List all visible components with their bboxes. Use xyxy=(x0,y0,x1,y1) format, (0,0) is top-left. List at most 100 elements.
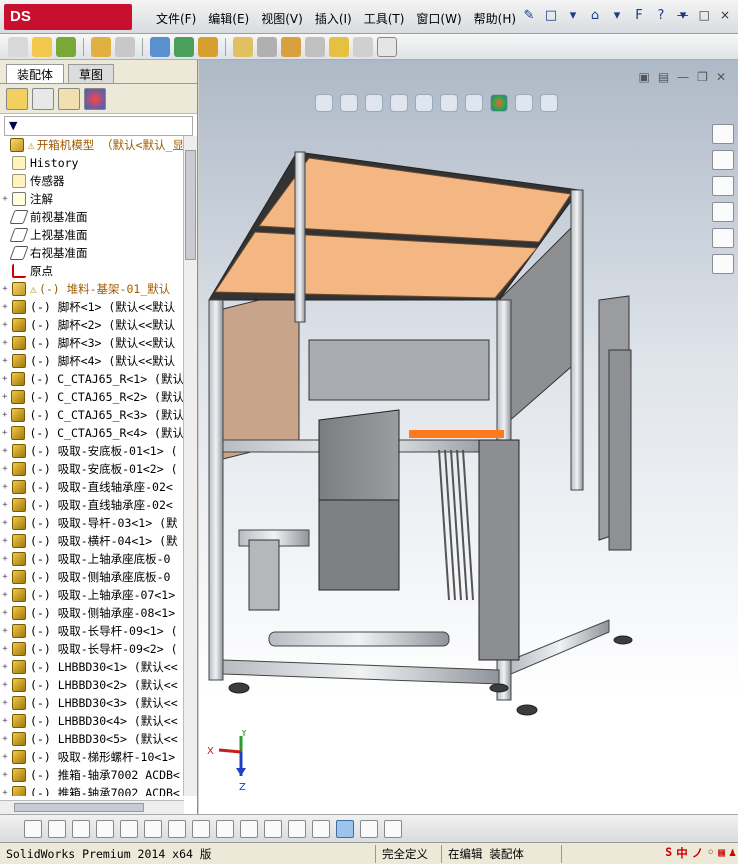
tree-item[interactable]: + 注解 xyxy=(0,190,184,208)
corner-icon[interactable] xyxy=(216,819,234,838)
tree-item[interactable]: + (-) 推箱-轴承7002 ACDB< xyxy=(0,784,184,796)
tree-item[interactable]: + (-) LHBBD30<4> (默认<< xyxy=(0,712,184,730)
relation-icon[interactable] xyxy=(240,819,258,838)
tree-item[interactable]: + (-) LHBBD30<3> (默认<< xyxy=(0,694,184,712)
point-icon[interactable] xyxy=(24,819,42,838)
tree-item[interactable]: ⚠ 开箱机模型 （默认<默认_显 xyxy=(0,136,184,154)
smart-fasteners-icon[interactable] xyxy=(174,36,194,57)
configurationmanager-icon[interactable] xyxy=(58,87,80,110)
tree-vertical-scrollbar[interactable] xyxy=(183,136,197,796)
file-explorer-icon[interactable] xyxy=(712,176,734,196)
new-part-icon[interactable] xyxy=(8,36,28,57)
tree-item[interactable]: + (-) 吸取-安底板-01<1> ( xyxy=(0,442,184,460)
tree-item[interactable]: + (-) LHBBD30<1> (默认<< xyxy=(0,658,184,676)
expand-toggle[interactable]: + xyxy=(0,784,10,796)
tree-item[interactable]: + (-) 脚杯<4> (默认<<默认 xyxy=(0,352,184,370)
3d-view-icon[interactable] xyxy=(336,819,354,838)
tree-item[interactable]: + (-) 吸取-直线轴承座-02< xyxy=(0,478,184,496)
solidworks-logo[interactable]: DS SOLIDWORKS xyxy=(4,4,132,51)
expand-toggle[interactable]: + xyxy=(0,532,10,550)
expand-toggle[interactable]: + xyxy=(0,640,10,658)
tree-item[interactable]: + (-) C_CTAJ65_R<3> (默认 xyxy=(0,406,184,424)
design-library-icon[interactable] xyxy=(712,150,734,170)
mate-icon[interactable] xyxy=(115,36,135,57)
tab-assembly[interactable]: 装配体 xyxy=(6,64,65,83)
expand-toggle[interactable]: + xyxy=(0,460,10,478)
bill-of-materials-icon[interactable] xyxy=(305,36,325,57)
options-icon[interactable] xyxy=(377,36,397,57)
tree-item[interactable]: + (-) 吸取-长导杆-09<2> ( xyxy=(0,640,184,658)
reference-geometry-icon[interactable] xyxy=(257,36,277,57)
pin-icon[interactable]: ✎ xyxy=(520,6,538,26)
tree-filter[interactable]: ▼ xyxy=(4,116,193,136)
expand-toggle[interactable]: + xyxy=(0,748,10,766)
expand-toggle[interactable]: + xyxy=(0,694,10,712)
expand-toggle[interactable]: + xyxy=(0,730,10,748)
tree-item[interactable]: + (-) 吸取-导杆-03<1> (默 xyxy=(0,514,184,532)
tree-item[interactable]: + (-) 脚杯<1> (默认<<默认 xyxy=(0,298,184,316)
interference-icon[interactable] xyxy=(233,36,253,57)
mirror-icon[interactable] xyxy=(192,819,210,838)
displaymanager-icon[interactable] xyxy=(84,87,106,110)
open-dropdown-icon[interactable]: ▾ xyxy=(608,6,626,26)
tree-item[interactable]: 前视基准面 xyxy=(0,208,184,226)
tree-horizontal-scrollbar[interactable] xyxy=(0,800,184,814)
expand-toggle[interactable]: + xyxy=(0,496,10,514)
ime-punctuation-icon[interactable]: ノ xyxy=(692,845,704,861)
featuremanager-tree-icon[interactable] xyxy=(6,87,28,110)
ime-skin-icon[interactable]: ♟ xyxy=(729,845,736,861)
expand-toggle[interactable]: + xyxy=(0,514,10,532)
tree-item[interactable]: + (-) LHBBD30<5> (默认<< xyxy=(0,730,184,748)
expand-toggle[interactable]: + xyxy=(0,550,10,568)
close-icon[interactable]: × xyxy=(720,8,730,22)
expand-toggle[interactable]: + xyxy=(0,676,10,694)
search-commands[interactable]: F xyxy=(630,6,648,26)
menu-view[interactable]: 视图(V) xyxy=(255,8,309,29)
dimension-icon[interactable] xyxy=(264,819,282,838)
expand-toggle[interactable]: + xyxy=(0,406,9,424)
tree-item[interactable]: + (-) LHBBD30<2> (默认<< xyxy=(0,676,184,694)
maximize-icon[interactable]: □ xyxy=(699,8,710,22)
new-motion-study-icon[interactable] xyxy=(281,36,301,57)
expand-toggle[interactable]: + xyxy=(0,478,10,496)
expand-toggle[interactable]: + xyxy=(0,442,10,460)
tree-item[interactable]: 上视基准面 xyxy=(0,226,184,244)
sogou-icon[interactable]: S xyxy=(665,845,672,861)
tree-item[interactable]: + (-) C_CTAJ65_R<4> (默认 xyxy=(0,424,184,442)
angle-icon[interactable] xyxy=(144,819,162,838)
offset-icon[interactable] xyxy=(168,819,186,838)
open-icon[interactable] xyxy=(32,36,52,57)
tree-item[interactable]: + (-) 脚杯<2> (默认<<默认 xyxy=(0,316,184,334)
ime-width-icon[interactable]: ◦ xyxy=(707,845,714,861)
appearances-icon[interactable] xyxy=(712,228,734,248)
tree-item[interactable]: + ⚠ (-) 堆料-基架-01_默认 xyxy=(0,280,184,298)
graphics-area[interactable]: ▣ ▤ — ❐ ✕ Y X Z xyxy=(199,60,738,814)
expand-toggle[interactable]: + xyxy=(0,622,10,640)
view-palette-icon[interactable] xyxy=(712,202,734,222)
tree-item[interactable]: + (-) C_CTAJ65_R<1> (默认 xyxy=(0,370,184,388)
custom-properties-icon[interactable] xyxy=(712,254,734,274)
grid-icon[interactable] xyxy=(288,819,306,838)
expand-toggle[interactable]: + xyxy=(0,280,10,298)
insert-component-icon[interactable] xyxy=(91,36,111,57)
help-icon[interactable]: ? xyxy=(652,6,670,26)
trim-icon[interactable] xyxy=(120,819,138,838)
expand-toggle[interactable]: + xyxy=(0,586,10,604)
menu-help[interactable]: 帮助(H) xyxy=(468,8,522,29)
expand-toggle[interactable]: + xyxy=(0,370,9,388)
explode-view-icon[interactable] xyxy=(198,36,218,57)
expand-toggle[interactable]: + xyxy=(0,712,10,730)
tree-item[interactable]: + (-) 吸取-直线轴承座-02< xyxy=(0,496,184,514)
tree-item[interactable]: + (-) 吸取-长导杆-09<1> ( xyxy=(0,622,184,640)
expand-toggle[interactable]: + xyxy=(0,316,10,334)
tree-item[interactable]: 原点 xyxy=(0,262,184,280)
tree-item[interactable]: + (-) 吸取-侧轴承座底板-0 xyxy=(0,568,184,586)
menu-window[interactable]: 窗口(W) xyxy=(410,8,467,29)
tree-item[interactable]: + (-) 吸取-横杆-04<1> (默 xyxy=(0,532,184,550)
expand-toggle[interactable]: + xyxy=(0,190,10,208)
expand-toggle[interactable]: + xyxy=(0,334,10,352)
tree-item[interactable]: 右视基准面 xyxy=(0,244,184,262)
tree-item[interactable]: + (-) 脚杯<3> (默认<<默认 xyxy=(0,334,184,352)
menu-edit[interactable]: 编辑(E) xyxy=(202,8,255,29)
tree-item[interactable]: + (-) 吸取-上轴承座底板-0 xyxy=(0,550,184,568)
